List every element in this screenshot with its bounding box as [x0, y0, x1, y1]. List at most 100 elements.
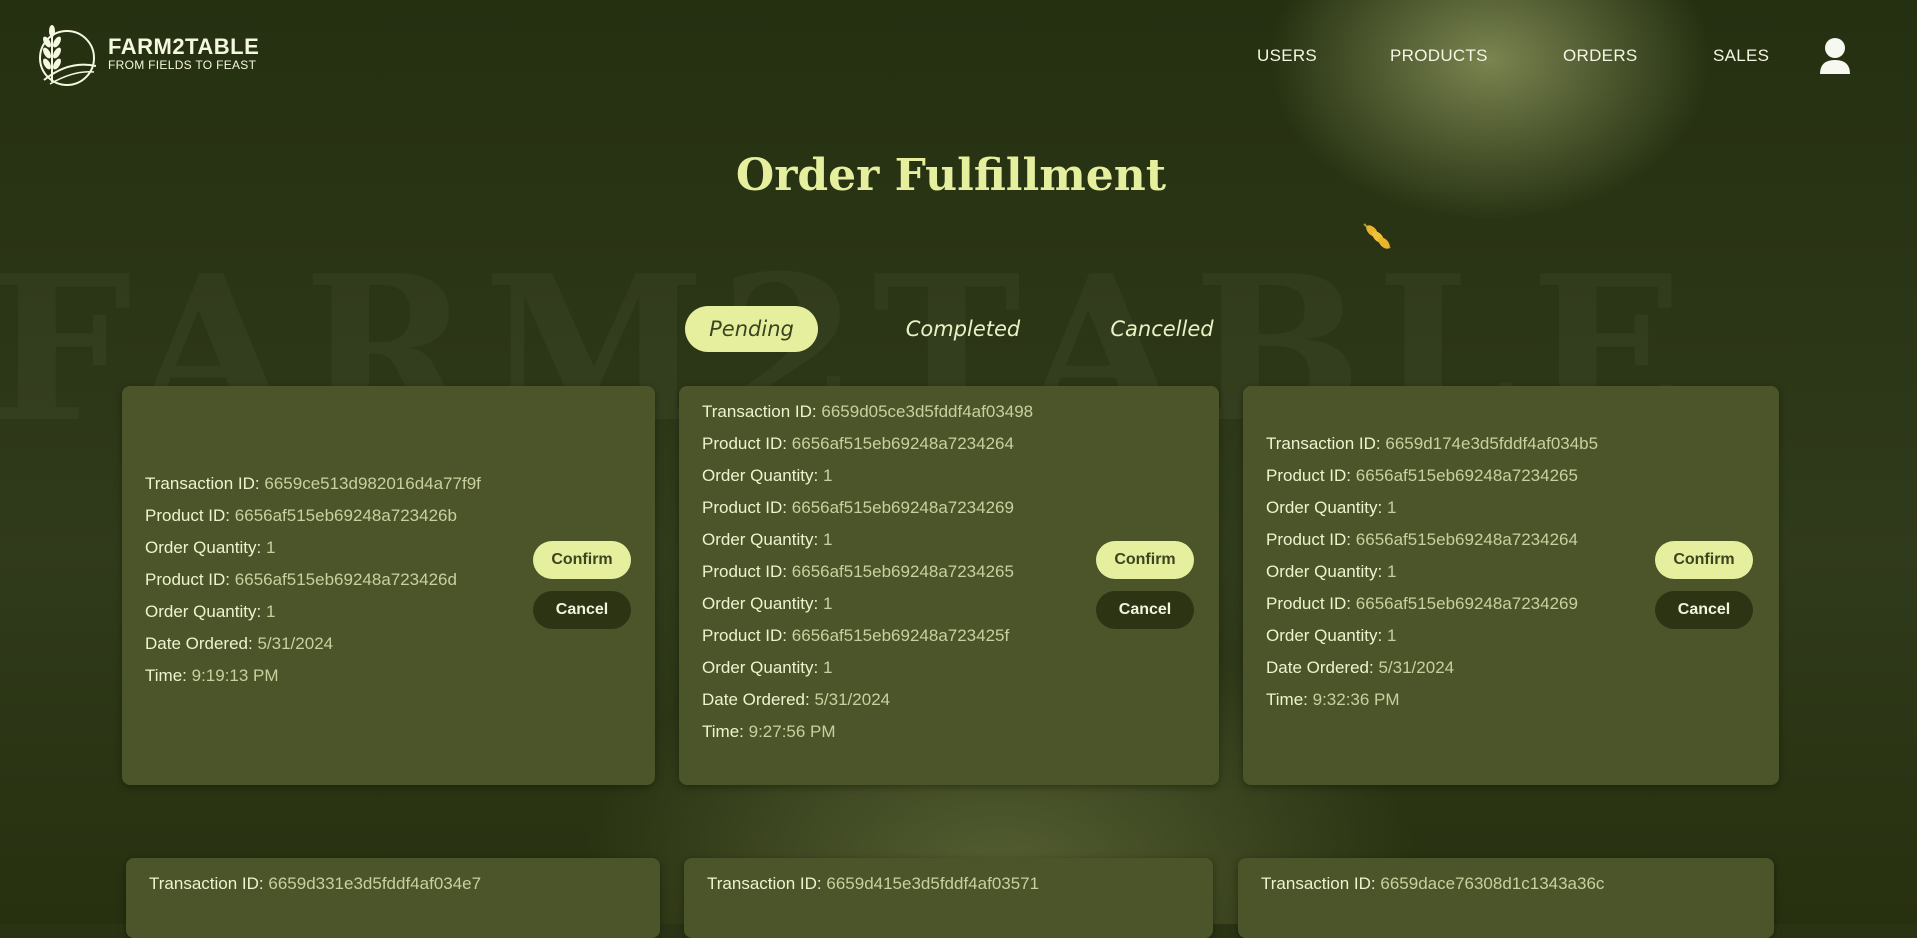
order-card: Transaction ID: 6659dace76308d1c1343a36c: [1238, 858, 1774, 938]
quantity-row: Order Quantity: 1: [702, 588, 1033, 620]
date-value: 5/31/2024: [1378, 658, 1455, 677]
user-profile-icon[interactable]: [1818, 36, 1852, 76]
date-value: 5/31/2024: [814, 690, 891, 709]
product-id-row: Product ID: 6656af515eb69248a7234265: [1266, 460, 1598, 492]
brand-subtitle: FROM FIELDS TO FEAST: [108, 58, 257, 72]
order-card: Transaction ID: 6659d05ce3d5fddf4af03498…: [679, 386, 1219, 785]
cancel-button[interactable]: Cancel: [1096, 591, 1194, 629]
nav-orders[interactable]: ORDERS: [1563, 46, 1638, 66]
product-id-label: Product ID:: [702, 562, 788, 581]
quantity-value: 1: [822, 530, 833, 549]
date-label: Date Ordered:: [145, 634, 253, 653]
product-id-row: Product ID: 6656af515eb69248a7234269: [702, 492, 1033, 524]
quantity-value: 1: [265, 538, 276, 557]
tab-completed[interactable]: Completed: [888, 306, 1038, 352]
time-value: 9:27:56 PM: [748, 722, 836, 741]
site-header: FARM2TABLE FROM FIELDS TO FEAST USERS PR…: [0, 0, 1917, 115]
order-card: Transaction ID: 6659d174e3d5fddf4af034b5…: [1243, 386, 1779, 785]
product-id-value: 6656af515eb69248a7234269: [791, 498, 1014, 517]
transaction-id-row: Transaction ID: 6659d174e3d5fddf4af034b5: [1266, 428, 1598, 460]
time-row: Time: 9:32:36 PM: [1266, 684, 1598, 716]
time-label: Time:: [702, 722, 744, 741]
date-ordered-row: Date Ordered: 5/31/2024: [145, 628, 481, 660]
product-id-label: Product ID:: [702, 434, 788, 453]
quantity-row: Order Quantity: 1: [1266, 556, 1598, 588]
product-id-row: Product ID: 6656af515eb69248a7234269: [1266, 588, 1598, 620]
product-id-row: Product ID: 6656af515eb69248a723425f: [702, 620, 1033, 652]
order-details: Transaction ID: 6659d415e3d5fddf4af03571: [707, 868, 1039, 900]
transaction-id-row: Transaction ID: 6659dace76308d1c1343a36c: [1261, 868, 1604, 900]
date-value: 5/31/2024: [257, 634, 334, 653]
product-id-row: Product ID: 6656af515eb69248a7234264: [702, 428, 1033, 460]
quantity-label: Order Quantity:: [1266, 562, 1383, 581]
quantity-label: Order Quantity:: [145, 602, 262, 621]
time-row: Time: 9:19:13 PM: [145, 660, 481, 692]
nav-users[interactable]: USERS: [1257, 46, 1317, 66]
transaction-id-value: 6659d415e3d5fddf4af03571: [826, 874, 1040, 893]
quantity-label: Order Quantity:: [702, 530, 819, 549]
order-details: Transaction ID: 6659dace76308d1c1343a36c: [1261, 868, 1604, 900]
quantity-row: Order Quantity: 1: [1266, 620, 1598, 652]
transaction-id-value: 6659d05ce3d5fddf4af03498: [821, 402, 1034, 421]
brand-logo[interactable]: FARM2TABLE FROM FIELDS TO FEAST: [34, 20, 259, 88]
product-id-label: Product ID:: [1266, 530, 1352, 549]
quantity-row: Order Quantity: 1: [145, 596, 481, 628]
product-id-label: Product ID:: [702, 626, 788, 645]
transaction-id-label: Transaction ID:: [702, 402, 817, 421]
cancel-button[interactable]: Cancel: [1655, 591, 1753, 629]
quantity-row: Order Quantity: 1: [702, 460, 1033, 492]
product-id-value: 6656af515eb69248a7234269: [1355, 594, 1578, 613]
date-ordered-row: Date Ordered: 5/31/2024: [702, 684, 1033, 716]
quantity-label: Order Quantity:: [1266, 626, 1383, 645]
product-id-label: Product ID:: [145, 506, 231, 525]
time-label: Time:: [145, 666, 187, 685]
page-title: Order Fulfillment: [735, 150, 1167, 201]
order-card: Transaction ID: 6659d331e3d5fddf4af034e7: [126, 858, 660, 938]
order-card: Transaction ID: 6659d415e3d5fddf4af03571: [684, 858, 1213, 938]
quantity-label: Order Quantity:: [702, 658, 819, 677]
product-id-row: Product ID: 6656af515eb69248a723426b: [145, 500, 481, 532]
quantity-label: Order Quantity:: [702, 466, 819, 485]
time-value: 9:19:13 PM: [191, 666, 279, 685]
brand-title: FARM2TABLE: [108, 34, 260, 59]
product-id-label: Product ID:: [1266, 594, 1352, 613]
product-id-value: 6656af515eb69248a7234265: [1355, 466, 1578, 485]
product-id-value: 6656af515eb69248a723425f: [791, 626, 1010, 645]
nav-sales[interactable]: SALES: [1713, 46, 1769, 66]
transaction-id-value: 6659ce513d982016d4a77f9f: [264, 474, 481, 493]
nav-products[interactable]: PRODUCTS: [1390, 46, 1488, 66]
confirm-button[interactable]: Confirm: [1096, 541, 1194, 579]
quantity-row: Order Quantity: 1: [145, 532, 481, 564]
order-details: Transaction ID: 6659d174e3d5fddf4af034b5…: [1266, 428, 1598, 716]
quantity-row: Order Quantity: 1: [702, 524, 1033, 556]
product-id-value: 6656af515eb69248a7234265: [791, 562, 1014, 581]
time-value: 9:32:36 PM: [1312, 690, 1400, 709]
product-id-label: Product ID:: [1266, 466, 1352, 485]
status-tabs: Pending Completed Cancelled: [0, 306, 1917, 352]
quantity-row: Order Quantity: 1: [702, 652, 1033, 684]
tab-pending[interactable]: Pending: [685, 306, 818, 352]
date-label: Date Ordered:: [1266, 658, 1374, 677]
transaction-id-label: Transaction ID:: [1266, 434, 1381, 453]
order-card: Transaction ID: 6659ce513d982016d4a77f9f…: [122, 386, 655, 785]
product-id-row: Product ID: 6656af515eb69248a7234265: [702, 556, 1033, 588]
transaction-id-label: Transaction ID:: [1261, 874, 1376, 893]
transaction-id-row: Transaction ID: 6659ce513d982016d4a77f9f: [145, 468, 481, 500]
quantity-label: Order Quantity:: [702, 594, 819, 613]
cancel-button[interactable]: Cancel: [533, 591, 631, 629]
product-id-row: Product ID: 6656af515eb69248a7234264: [1266, 524, 1598, 556]
confirm-button[interactable]: Confirm: [1655, 541, 1753, 579]
brand-text: FARM2TABLE FROM FIELDS TO FEAST: [108, 34, 260, 73]
quantity-row: Order Quantity: 1: [1266, 492, 1598, 524]
product-id-value: 6656af515eb69248a7234264: [1355, 530, 1578, 549]
quantity-label: Order Quantity:: [1266, 498, 1383, 517]
transaction-id-row: Transaction ID: 6659d331e3d5fddf4af034e7: [149, 868, 481, 900]
order-details: Transaction ID: 6659d05ce3d5fddf4af03498…: [702, 396, 1033, 748]
transaction-id-value: 6659d174e3d5fddf4af034b5: [1385, 434, 1599, 453]
product-id-value: 6656af515eb69248a723426d: [234, 570, 457, 589]
quantity-value: 1: [1386, 498, 1397, 517]
confirm-button[interactable]: Confirm: [533, 541, 631, 579]
quantity-value: 1: [822, 594, 833, 613]
wheat-field-logo-icon: [39, 25, 96, 86]
tab-cancelled[interactable]: Cancelled: [1092, 306, 1232, 352]
